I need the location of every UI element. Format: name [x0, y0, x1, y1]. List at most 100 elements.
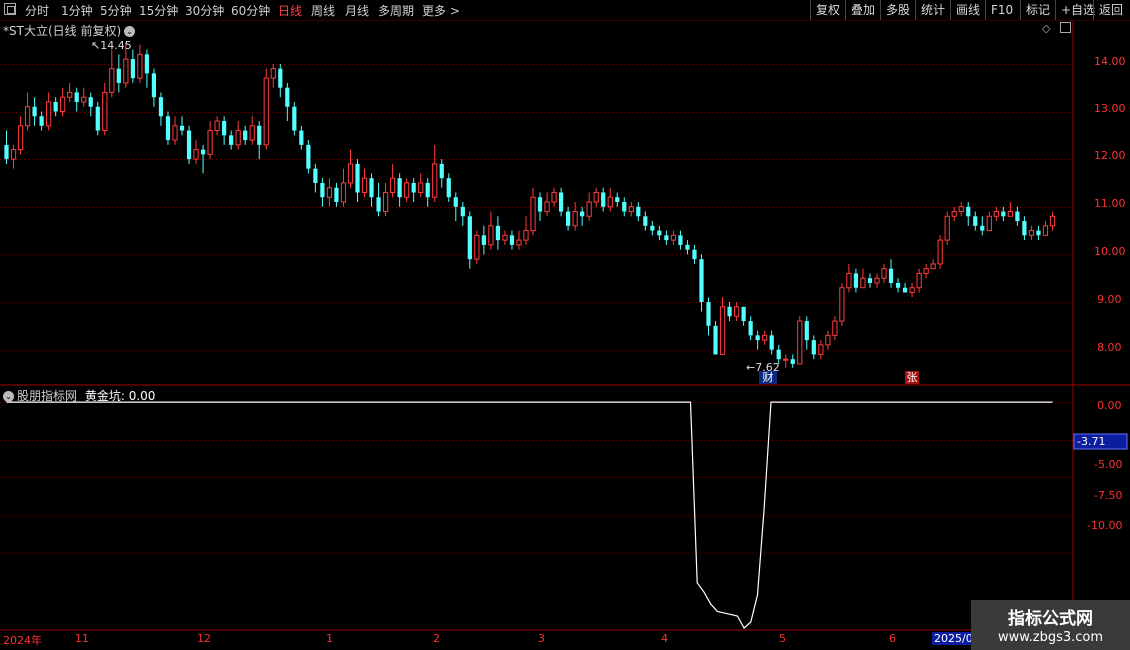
candle-body — [1036, 230, 1041, 236]
candle-body — [670, 234, 677, 241]
candle-body — [706, 302, 711, 326]
golden-pit-line — [6, 401, 1053, 629]
candle-body — [376, 197, 381, 212]
candle-body — [102, 91, 108, 132]
panel-toggle-icon[interactable] — [1060, 22, 1071, 33]
candle-body — [860, 277, 866, 289]
candle-body — [909, 287, 915, 294]
candle-body — [558, 192, 564, 212]
high-marker-label: ↖14.45 — [91, 39, 132, 52]
candle-body — [130, 59, 135, 79]
candle-body — [930, 263, 936, 270]
candle-body — [832, 320, 838, 336]
indicator-series-name: 黄金坑: — [84, 389, 125, 403]
candle-body — [937, 239, 943, 265]
candle-body — [881, 268, 887, 279]
candle-body — [733, 306, 740, 317]
candle-body — [951, 211, 957, 217]
candle-body — [172, 125, 178, 141]
candle-body — [214, 120, 220, 132]
candle-body — [404, 182, 410, 198]
candle-body — [973, 216, 978, 226]
candle-body — [53, 101, 58, 112]
dropdown-circle-icon[interactable]: ⌄ — [124, 26, 136, 37]
candle-body — [229, 135, 234, 145]
candle-body — [502, 234, 508, 241]
candle-body — [846, 272, 852, 289]
candle-body — [460, 206, 465, 217]
candle-body — [313, 168, 318, 183]
candle-body — [488, 225, 494, 246]
candle-body — [923, 268, 929, 274]
candle-body — [727, 306, 732, 317]
candle-body — [158, 97, 164, 117]
candle-body — [326, 187, 333, 198]
candle-body — [601, 192, 606, 207]
candle-body — [1042, 225, 1049, 236]
indicator-series-value: 0.00 — [128, 389, 156, 403]
candle-body — [867, 278, 873, 283]
candle-body — [474, 234, 480, 260]
price-tick: 12.00 — [1094, 149, 1126, 162]
candle-body — [1015, 211, 1020, 222]
candle-body — [278, 68, 283, 88]
finance-badge[interactable]: 财 — [759, 371, 777, 384]
date-tick: 2 — [433, 632, 440, 645]
candle-body — [544, 201, 550, 213]
date-tick: 5 — [779, 632, 786, 645]
candle-body — [839, 287, 845, 322]
candle-body — [369, 178, 374, 198]
candle-body — [347, 163, 354, 184]
candle-body — [804, 321, 809, 341]
candle-body — [74, 92, 79, 102]
candle-body — [741, 306, 746, 322]
limit-up-badge[interactable]: 张 — [905, 371, 919, 384]
candle-body — [1007, 211, 1013, 217]
candle-body — [755, 335, 760, 341]
chart-canvas[interactable] — [0, 0, 1130, 650]
price-tick: 14.00 — [1094, 55, 1126, 68]
date-tick: 6 — [889, 632, 896, 645]
indicator-name[interactable]: 股朋指标网 — [17, 389, 77, 403]
date-tick: 11 — [75, 632, 89, 645]
candle-body — [390, 177, 396, 193]
candle-body — [144, 54, 150, 74]
candle-body — [243, 130, 248, 141]
candle-body — [811, 340, 816, 355]
candle-body — [825, 334, 831, 346]
candle-body — [355, 163, 360, 193]
candle-body — [151, 73, 157, 98]
candle-body — [165, 116, 171, 141]
candle-body — [137, 53, 143, 79]
candle-body — [748, 321, 753, 336]
candle-body — [418, 182, 424, 193]
candle-body — [916, 272, 922, 289]
diamond-icon[interactable]: ◇ — [1042, 22, 1050, 35]
candle-body — [123, 58, 129, 84]
date-tick: 4 — [661, 632, 668, 645]
candle-body — [650, 225, 655, 231]
candle-body — [116, 68, 121, 83]
stock-title-row: *ST大立(日线 前复权) ⌄ — [3, 22, 136, 39]
candle-body — [719, 306, 726, 355]
price-tick: 10.00 — [1094, 245, 1126, 258]
candle-body — [193, 149, 199, 160]
candle-body — [636, 206, 641, 217]
candle-body — [790, 359, 795, 364]
candle-body — [81, 96, 87, 103]
candle-body — [320, 182, 325, 198]
candle-body — [593, 191, 599, 203]
high-price: 14.45 — [100, 39, 132, 52]
candle-body — [580, 211, 585, 217]
candle-body — [432, 163, 438, 198]
candle-body — [572, 211, 578, 227]
price-tick: 8.00 — [1097, 341, 1122, 354]
candle-body — [797, 320, 803, 365]
candle-body — [783, 358, 789, 361]
candle-body — [109, 68, 115, 93]
candle-body — [586, 201, 592, 217]
candle-body — [1022, 221, 1027, 236]
candle-body — [179, 125, 185, 131]
indicator-dropdown-icon[interactable]: ⌄ — [3, 391, 14, 402]
candle-body — [895, 282, 901, 288]
